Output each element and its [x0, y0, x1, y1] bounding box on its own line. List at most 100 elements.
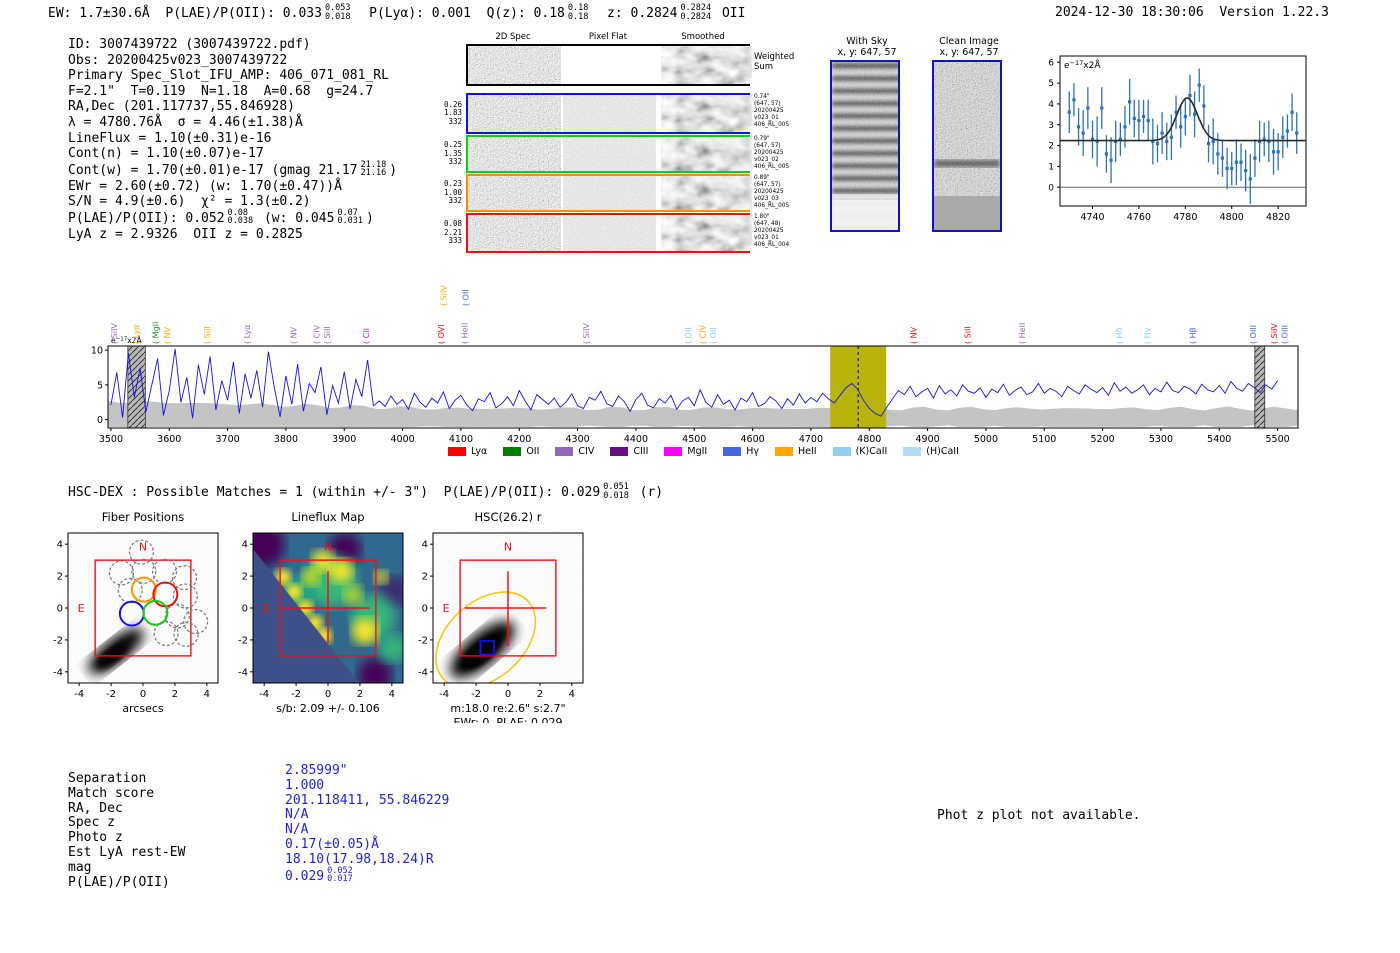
- svg-text:4780: 4780: [1173, 212, 1197, 223]
- text-segment: Cont(n) = 1.10(±0.07)e-17: [68, 146, 264, 162]
- svg-text:4740: 4740: [1080, 212, 1104, 223]
- legend-label: HeII: [798, 446, 817, 457]
- svg-text:2: 2: [172, 689, 178, 700]
- match-table-labels: Separation Match score RA, Dec Spec z Photo …: [68, 771, 185, 890]
- panel-title-fiber-positions: Fiber Positions: [102, 510, 185, 524]
- svg-text:-2: -2: [291, 689, 301, 700]
- text-segment: OII: [714, 6, 746, 21]
- spec2d-row-left-label: 0.08 2.21 333: [443, 219, 462, 245]
- text-segment: N/A: [285, 807, 309, 823]
- svg-text:3: 3: [1048, 121, 1054, 131]
- panel-xlabel: s/b: 2.09 +/- 0.106: [276, 702, 380, 715]
- info-line: Primary Spec_Slot_IFU_AMP: 406_071_081_R…: [68, 68, 397, 84]
- svg-text:-2: -2: [418, 635, 428, 646]
- svg-text:-4: -4: [238, 667, 248, 678]
- svg-text:4200: 4200: [507, 434, 531, 445]
- spectrum-noise-band: [108, 400, 1298, 427]
- svg-text:4: 4: [569, 689, 575, 700]
- svg-text:4600: 4600: [740, 434, 764, 445]
- clean-image-panel: Clean Image x, y: 647, 57: [926, 36, 1012, 238]
- match-table-value: 201.118411, 55.846229: [285, 793, 449, 809]
- line-label-SiII: ( SiII: [963, 326, 972, 344]
- svg-text:-4: -4: [259, 689, 269, 700]
- stacked-value: 0.07 0.031: [337, 207, 364, 227]
- svg-text:6: 6: [1048, 58, 1054, 68]
- svg-text:4400: 4400: [624, 434, 648, 445]
- legend-swatch: [723, 447, 742, 456]
- text-segment: P(Lyα): 0.001 Q(z): 0.18: [353, 6, 565, 21]
- hsc-image: [433, 533, 583, 683]
- svg-text:0: 0: [325, 689, 331, 700]
- svg-text:-4: -4: [53, 667, 63, 678]
- spec2d-row-annotation: 0.89" (647, 57) 20200425 v023_03 406_RL_005: [754, 175, 790, 209]
- legend-item-(H)CaII: (H)CaII: [903, 446, 959, 457]
- svg-text:4900: 4900: [915, 434, 939, 445]
- line-label-OIII: ( OIII: [1249, 325, 1258, 344]
- legend-item-CIV: CIV: [555, 446, 594, 457]
- panel-xlabel: arcsecs: [122, 702, 164, 715]
- spec2d-row-left-label: 0.26 1.83 332: [443, 99, 462, 126]
- info-line: P(LAE)/P(OII): 0.052 0.08 0.038 (w: 0.045 0…: [68, 207, 397, 227]
- line-label-SiIV: ( SiIV: [439, 285, 448, 306]
- legend-item-OII: OII: [503, 446, 539, 457]
- hsc-dex-summary-line: HSC-DEX : Possible Matches = 1 (within +…: [68, 483, 663, 501]
- spec2d-cell: [468, 176, 561, 210]
- with-sky-panel: With Sky x, y: 647, 57: [826, 36, 908, 238]
- svg-text:5200: 5200: [1090, 434, 1114, 445]
- svg-text:4800: 4800: [857, 434, 881, 445]
- spec2d-cell: [563, 215, 656, 251]
- legend-swatch: [610, 447, 629, 456]
- line-label-HeII: ( HeII: [460, 323, 469, 344]
- match-table-label: Match score: [68, 785, 155, 801]
- svg-text:-2: -2: [471, 689, 481, 700]
- svg-text:N: N: [504, 541, 512, 554]
- text-segment: P(LAE)/P(OII): 0.052: [68, 210, 225, 226]
- spec2d-rows: Weighted Sum 0.26 1.83 332 0.74" (647, 57) 2020…: [440, 28, 795, 260]
- spectrum-legend: Lyα OII CIV CIII MgII Hγ HeII (K)CaII (H)CaII: [448, 446, 959, 457]
- line-label-MgII: ( MgII: [151, 322, 160, 344]
- svg-text:3900: 3900: [332, 434, 356, 445]
- spec2d-row-annotation: 1.80" (647, 48) 20200425 v023_01 406_RL_004: [754, 214, 790, 248]
- svg-text:5: 5: [1048, 79, 1054, 89]
- legend-label: (K)CaII: [855, 446, 888, 457]
- text-segment: (w: 0.045: [256, 210, 335, 226]
- legend-swatch: [775, 447, 793, 456]
- spec2d-cell: [658, 176, 752, 210]
- match-table-value: 1.000: [285, 778, 449, 794]
- cutout-panels-row: N E Fiber Positions -4 -4 -2 -2 0 0 2 2 4 4 arcsecs N E…: [40, 508, 620, 729]
- spec2d-cell: [658, 46, 752, 84]
- panel-title-lineflux-map: Lineflux Map: [291, 510, 364, 524]
- match-table-value: 0.17(±0.05)Å: [285, 837, 449, 853]
- svg-text:-2: -2: [53, 635, 63, 646]
- stacked-value: 0.052 0.017: [327, 865, 353, 885]
- stacked-value: 0.2824 0.2824: [680, 3, 712, 22]
- legend-item-CIII: CIII: [610, 446, 648, 457]
- legend-swatch: [503, 447, 522, 456]
- text-segment: LineFlux = 1.10(±0.31)e-16: [68, 130, 272, 146]
- legend-label: CIV: [578, 446, 595, 457]
- svg-text:1: 1: [1048, 162, 1054, 172]
- legend-swatch: [555, 447, 574, 456]
- spec2d-cell: [468, 137, 561, 171]
- spec2d-cell: [658, 95, 752, 132]
- detection-info-block: ID: 3007439722 (3007439722.pdf) Obs: 2020…: [68, 37, 397, 243]
- text-segment: EW: 1.7±30.6Å P(LAE)/P(OII): 0.033: [48, 6, 322, 21]
- info-line: λ = 4780.76Å σ = 4.46(±1.38)Å: [68, 115, 397, 131]
- info-line: LineFlux = 1.10(±0.31)e-16: [68, 131, 397, 147]
- svg-text:3600: 3600: [157, 434, 181, 445]
- legend-item-MgII: MgII: [664, 446, 707, 457]
- svg-text:4000: 4000: [390, 434, 414, 445]
- info-line: ID: 3007439722 (3007439722.pdf): [68, 37, 397, 53]
- text-segment: LyA z = 2.9326 OII z = 0.2825: [68, 226, 303, 242]
- line-label-SiIV: ( SiIV: [582, 323, 591, 344]
- panel-xlabel2: EWr: 0, PLAE: 0.029: [453, 716, 562, 723]
- spec2d-cell: [468, 95, 561, 132]
- svg-text:4100: 4100: [449, 434, 473, 445]
- info-line: Cont(n) = 1.10(±0.07)e-17: [68, 146, 397, 162]
- panel-title-hsc-cutout: HSC(26.2) r: [475, 510, 542, 524]
- svg-text:4: 4: [242, 540, 248, 551]
- line-label-Lyα: ( Lyα: [132, 325, 141, 344]
- text-segment: F=2.1" T=0.119 N=1.18 A=0.68 g=24.7: [68, 83, 374, 99]
- legend-item-Hγ: Hγ: [723, 446, 759, 457]
- svg-text:4760: 4760: [1127, 212, 1151, 223]
